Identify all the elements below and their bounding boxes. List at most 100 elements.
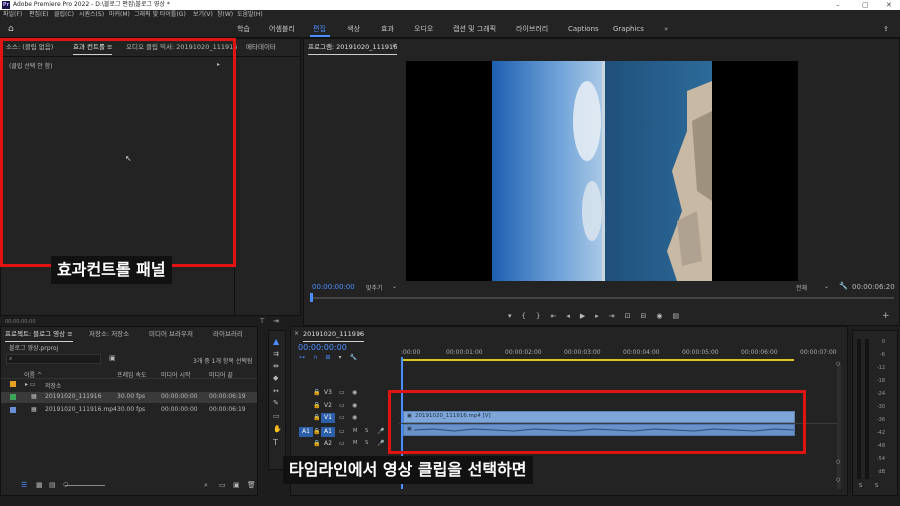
panel-menu-icon[interactable]: ≡: [357, 330, 362, 337]
search-input[interactable]: ⌕: [6, 354, 101, 364]
tab-libraries[interactable]: 라이브러리: [213, 329, 243, 339]
workspace-more-icon[interactable]: »: [664, 20, 668, 38]
type-tool-icon[interactable]: T: [273, 438, 278, 447]
lock-icon[interactable]: 🔒: [313, 440, 320, 447]
zoom-handle-icon[interactable]: ○: [63, 481, 68, 488]
microphone-icon[interactable]: 🎤: [377, 428, 384, 435]
find-icon[interactable]: ⌕: [204, 481, 208, 490]
workspace-libraries[interactable]: 라이브러리: [516, 20, 548, 38]
scroll-handle-icon[interactable]: ○: [836, 361, 840, 367]
camera-icon[interactable]: ◉: [656, 312, 672, 320]
new-item-icon[interactable]: ▣: [233, 481, 240, 489]
list-item[interactable]: ▦ 20191020_111916.mp4 30.00 fps 00:00:00…: [1, 405, 257, 416]
program-timecode[interactable]: 00:00:00:00: [312, 283, 355, 291]
column-name[interactable]: 이름 ^: [24, 370, 42, 379]
extract-icon[interactable]: ⊟: [641, 312, 657, 320]
sync-icon[interactable]: ▭: [339, 402, 345, 409]
home-icon[interactable]: ⌂: [8, 20, 14, 38]
workspace-learning[interactable]: 학습: [237, 20, 250, 38]
close-icon[interactable]: ×: [294, 330, 299, 337]
track-a1-label[interactable]: A1: [321, 427, 335, 437]
lock-icon[interactable]: 🔒: [313, 428, 320, 435]
export-icon[interactable]: ⇥: [273, 317, 279, 325]
sync-icon[interactable]: ▭: [339, 414, 345, 421]
menu-marker[interactable]: 마커(M): [109, 10, 130, 20]
sync-icon[interactable]: ▭: [339, 440, 345, 447]
pen-tool-icon[interactable]: ✎: [273, 399, 279, 407]
add-marker-icon[interactable]: ▾: [508, 312, 522, 320]
menu-help[interactable]: 도움말(H): [237, 10, 263, 20]
track-v2-label[interactable]: V2: [321, 401, 335, 411]
tab-metadata[interactable]: 메타데이터: [246, 42, 276, 52]
eye-icon[interactable]: ◉: [352, 414, 357, 421]
workspace-graphics[interactable]: Graphics: [613, 20, 644, 38]
track-a2-label[interactable]: A2: [321, 439, 335, 449]
quality-dropdown[interactable]: 전체: [796, 283, 807, 292]
filter-icon[interactable]: ⊤: [259, 317, 265, 325]
work-area-bar[interactable]: [401, 359, 794, 361]
mute-button[interactable]: M: [353, 440, 357, 446]
scroll-handle-icon[interactable]: ○: [836, 459, 840, 465]
list-view-icon[interactable]: ☰: [21, 481, 27, 489]
menu-graphics[interactable]: 그래픽 및 타이틀(G): [134, 10, 186, 20]
slip-tool-icon[interactable]: ↔: [273, 387, 279, 395]
tab-project[interactable]: 프로젝트: 블로그 영상 ≡: [5, 329, 73, 342]
solo-button[interactable]: S: [365, 440, 368, 446]
lock-icon[interactable]: 🔒: [313, 414, 320, 421]
time-ruler[interactable]: :00:00 00:00:01:00 00:00:02:00 00:00:03:…: [401, 347, 837, 361]
scroll-handle-icon[interactable]: ○: [836, 477, 840, 483]
column-fps[interactable]: 프레임 속도: [117, 370, 147, 379]
sync-icon[interactable]: ▭: [339, 428, 345, 435]
zoom-slider[interactable]: [65, 485, 105, 486]
playhead-handle[interactable]: [310, 293, 313, 302]
track-v3-label[interactable]: V3: [321, 388, 335, 398]
menu-edit[interactable]: 편집(E): [29, 10, 49, 20]
meter-solo-left[interactable]: S: [859, 483, 862, 489]
new-bin-icon[interactable]: ▭: [219, 481, 226, 489]
chevron-down-icon[interactable]: ⌄: [824, 283, 829, 290]
timeline-timecode[interactable]: 00:00:00:00: [298, 343, 347, 352]
razor-tool-icon[interactable]: ◆: [273, 374, 278, 382]
freeform-view-icon[interactable]: ▤: [49, 481, 56, 489]
add-button-icon[interactable]: +: [882, 311, 890, 321]
solo-button[interactable]: S: [365, 428, 368, 434]
step-back-icon[interactable]: ◂: [566, 312, 580, 320]
menu-window[interactable]: 창(W): [217, 10, 233, 20]
close-button[interactable]: ✕: [886, 0, 892, 10]
maximize-button[interactable]: ▢: [862, 0, 869, 10]
settings-icon[interactable]: 🔧: [349, 354, 364, 361]
workspace-captions-graphics[interactable]: 캡션 및 그래픽: [453, 20, 496, 38]
nest-icon[interactable]: ⊶: [299, 354, 313, 361]
meter-solo-right[interactable]: S: [875, 483, 878, 489]
lock-icon[interactable]: 🔒: [313, 389, 320, 396]
rectangle-tool-icon[interactable]: ▭: [273, 412, 280, 420]
source-a1-label[interactable]: A1: [299, 427, 313, 437]
lift-icon[interactable]: ⊡: [625, 312, 641, 320]
sync-icon[interactable]: ▭: [339, 389, 345, 396]
icon-view-icon[interactable]: ▦: [36, 481, 43, 489]
menu-clip[interactable]: 클립(C): [54, 10, 74, 20]
share-icon[interactable]: ⇪: [883, 20, 889, 38]
fit-dropdown[interactable]: 맞추기: [366, 283, 383, 292]
mark-out-icon[interactable]: }: [536, 312, 550, 320]
minimize-button[interactable]: –: [836, 0, 840, 10]
play-icon[interactable]: ▶: [580, 312, 595, 320]
ripple-edit-tool-icon[interactable]: ⇹: [273, 362, 279, 370]
step-forward-icon[interactable]: ▸: [595, 312, 609, 320]
go-to-out-icon[interactable]: ⇥: [609, 312, 625, 320]
menu-view[interactable]: 보기(V): [193, 10, 213, 20]
marker-icon[interactable]: ▾: [338, 354, 349, 361]
workspace-captions[interactable]: Captions: [568, 20, 599, 38]
mute-button[interactable]: M: [353, 428, 357, 434]
column-media-start[interactable]: 미디어 시작: [161, 370, 191, 379]
eye-icon[interactable]: ◉: [352, 402, 357, 409]
lock-icon[interactable]: 🔒: [313, 402, 320, 409]
go-to-in-icon[interactable]: ⇤: [550, 312, 566, 320]
panel-menu-icon[interactable]: ≡: [392, 42, 397, 49]
selection-tool-icon[interactable]: ▲: [273, 337, 279, 346]
new-bin-icon[interactable]: ▣: [109, 354, 116, 362]
program-monitor-title[interactable]: 프로그램: 20191020_111916: [308, 42, 398, 55]
mark-in-icon[interactable]: {: [522, 312, 536, 320]
track-select-tool-icon[interactable]: ⇉: [273, 350, 279, 358]
list-item[interactable]: ▦ 20191020_111916 30.00 fps 00:00:00:00 …: [1, 392, 257, 403]
